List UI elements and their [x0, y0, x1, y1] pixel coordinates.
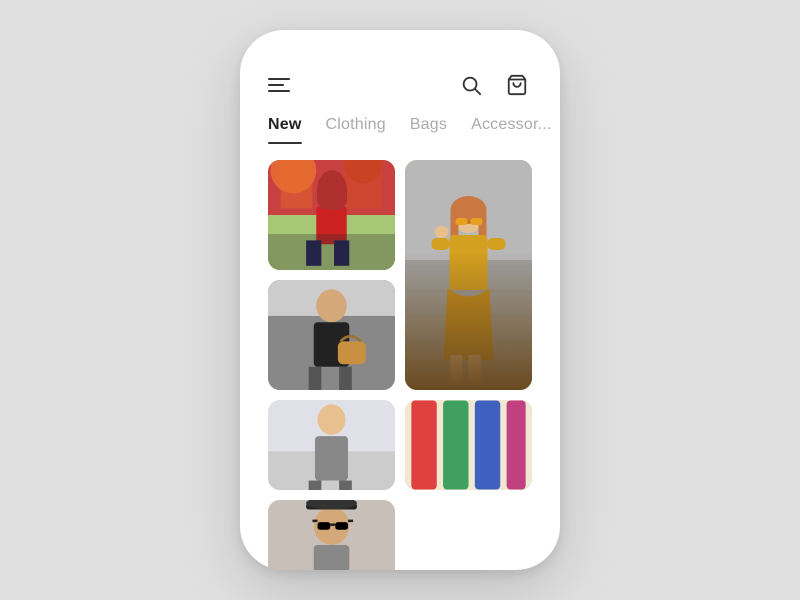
tab-bags[interactable]: Bags: [410, 116, 447, 144]
search-icon: [460, 74, 482, 96]
header: [240, 30, 560, 116]
product-image-5: [405, 400, 532, 490]
product-card-6[interactable]: [268, 500, 395, 570]
header-icons: [456, 70, 532, 100]
product-card-5[interactable]: [405, 400, 532, 490]
product-card-3[interactable]: [268, 280, 395, 390]
product-image-2: [405, 160, 532, 390]
product-image-4: [268, 400, 395, 490]
product-image-6: [268, 500, 395, 570]
product-grid: [240, 144, 560, 570]
nav-tabs: New Clothing Bags Accessor...: [240, 116, 560, 144]
bag-icon: [506, 74, 528, 96]
product-image-3: [268, 280, 395, 390]
menu-icon[interactable]: [268, 78, 290, 92]
tab-new[interactable]: New: [268, 116, 302, 144]
tab-accessories[interactable]: Accessor...: [471, 116, 551, 144]
product-image-1: [268, 160, 395, 270]
bag-button[interactable]: [502, 70, 532, 100]
product-card-1[interactable]: [268, 160, 395, 270]
search-button[interactable]: [456, 70, 486, 100]
tab-clothing[interactable]: Clothing: [326, 116, 386, 144]
product-card-2[interactable]: [405, 160, 532, 390]
phone-frame: New Clothing Bags Accessor...: [240, 30, 560, 570]
product-card-4[interactable]: [268, 400, 395, 490]
